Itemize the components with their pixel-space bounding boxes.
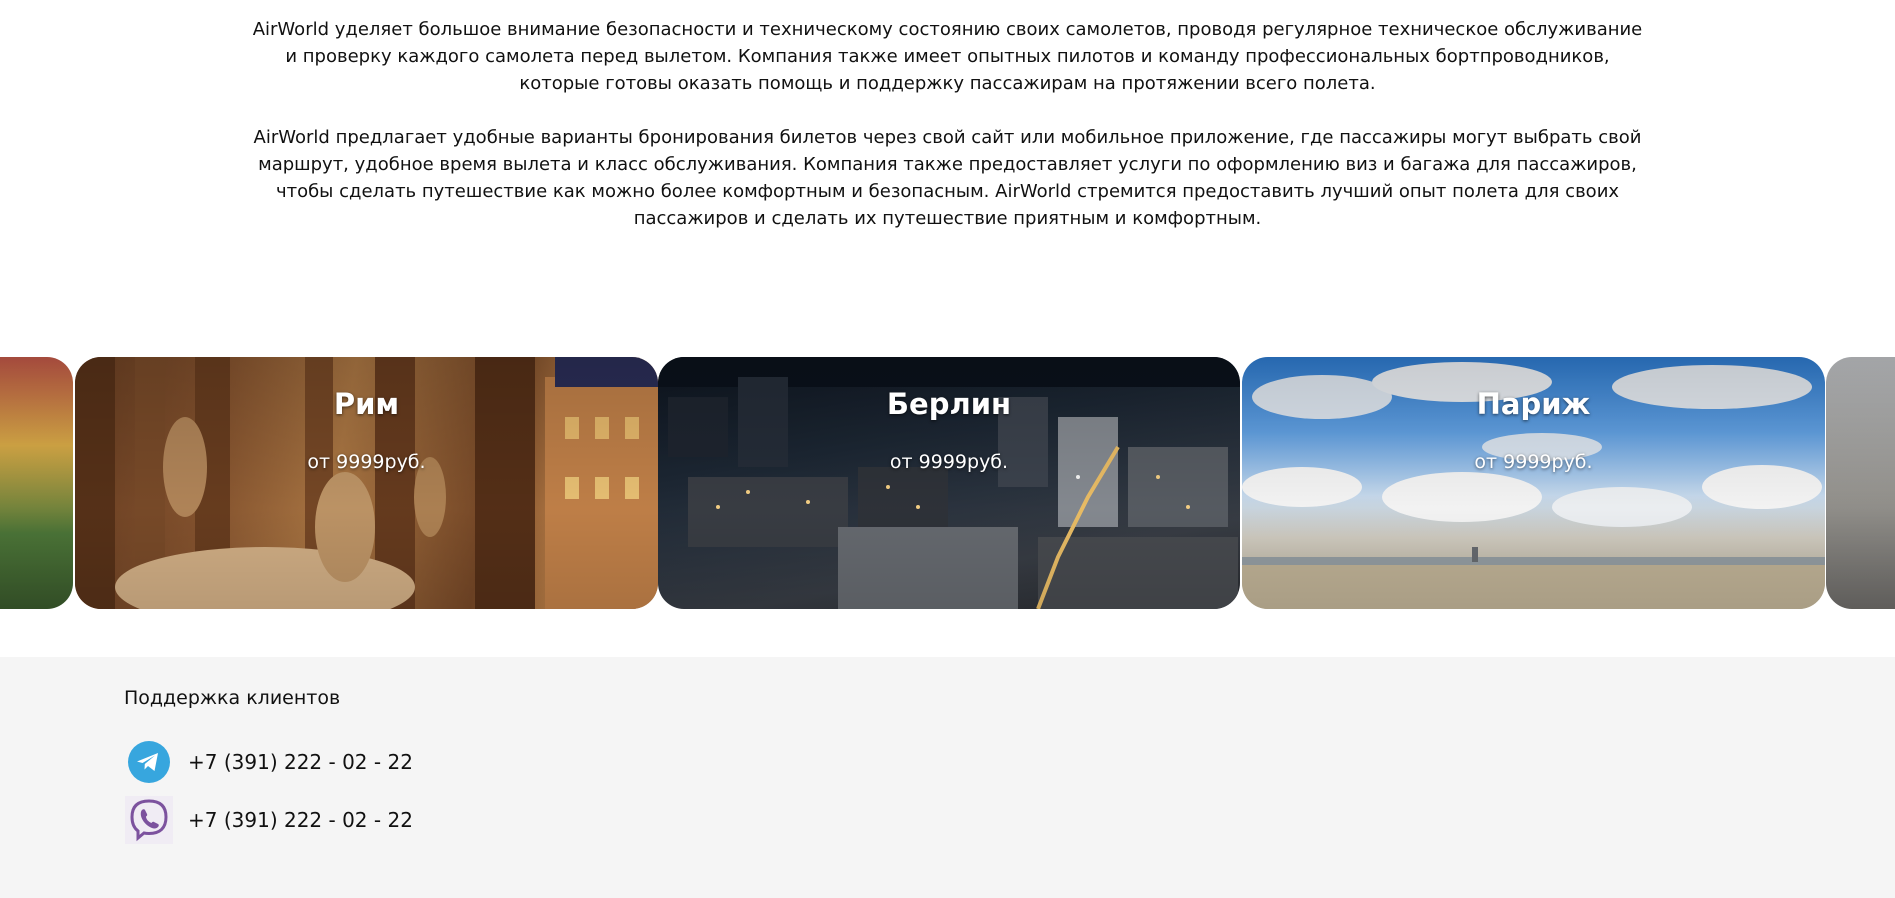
destination-price: от 9999руб. bbox=[1474, 451, 1593, 473]
destination-card-rome[interactable]: Рим от 9999руб. bbox=[75, 357, 658, 609]
destination-price: от 9999руб. bbox=[889, 451, 1009, 473]
destinations-carousel[interactable]: Рим от 9999руб. Берлин от 9999руб. Париж… bbox=[0, 357, 1895, 609]
footer: Поддержка клиентов +7 (391) 222 - 02 - 2… bbox=[0, 657, 1895, 898]
about-section: AirWorld уделяет большое внимание безопа… bbox=[250, 16, 1645, 259]
destination-city-name: Рим bbox=[333, 387, 400, 421]
contact-viber[interactable]: +7 (391) 222 - 02 - 22 bbox=[124, 795, 413, 845]
support-title: Поддержка клиентов bbox=[124, 687, 341, 709]
destination-city-name: Париж bbox=[1476, 387, 1591, 421]
contact-telegram[interactable]: +7 (391) 222 - 02 - 22 bbox=[124, 737, 413, 787]
destination-card-partial-right[interactable] bbox=[1826, 357, 1895, 609]
destination-city-name: Берлин bbox=[886, 387, 1012, 421]
destination-card-paris[interactable]: Париж от 9999руб. bbox=[1242, 357, 1825, 609]
viber-icon[interactable] bbox=[124, 795, 174, 845]
telegram-icon[interactable] bbox=[124, 737, 174, 787]
destination-card-partial-left[interactable] bbox=[0, 357, 73, 609]
about-paragraph-1: AirWorld уделяет большое внимание безопа… bbox=[252, 19, 1643, 94]
support-phone[interactable]: +7 (391) 222 - 02 - 22 bbox=[188, 750, 413, 774]
destination-price: от 9999руб. bbox=[307, 451, 426, 473]
destination-card-berlin[interactable]: Берлин от 9999руб. bbox=[658, 357, 1240, 609]
about-paragraph-2: AirWorld предлагает удобные варианты бро… bbox=[253, 127, 1642, 229]
support-phone[interactable]: +7 (391) 222 - 02 - 22 bbox=[188, 808, 413, 832]
